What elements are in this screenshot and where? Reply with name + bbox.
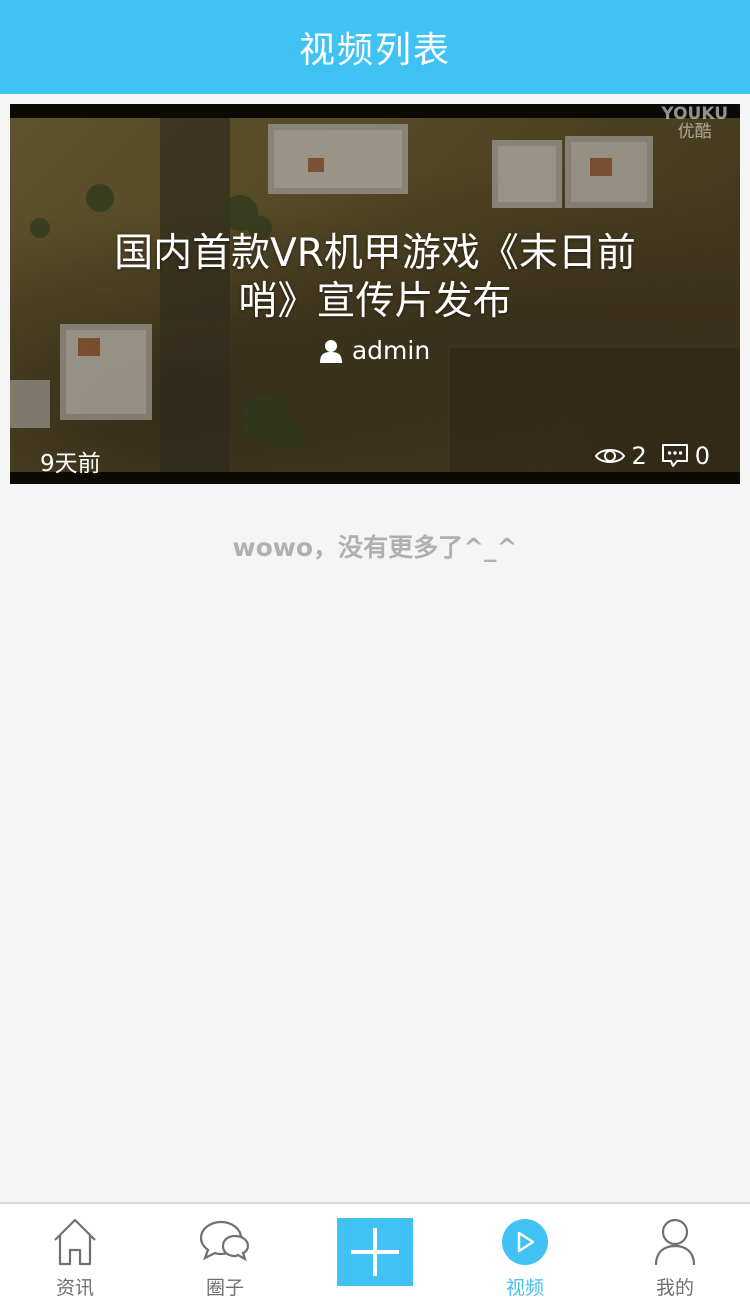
page-title: 视频列表 (298, 30, 451, 71)
home-icon (54, 1218, 96, 1265)
add-button[interactable] (337, 1218, 413, 1286)
video-stats: 2 0 (595, 442, 710, 470)
plus-icon (351, 1228, 399, 1276)
comment-count: 0 (694, 442, 710, 470)
play-icon (502, 1218, 548, 1265)
author-row: admin (10, 336, 740, 365)
tab-mine[interactable]: 我的 (600, 1204, 750, 1300)
tab-label-news: 资讯 (55, 1277, 94, 1299)
tab-news[interactable]: 资讯 (0, 1204, 150, 1300)
video-card[interactable]: YOUKU 优酷 国内首款VR机甲游戏《末日前哨》宣传片发布 admin 9天前… (10, 104, 740, 484)
tab-circle[interactable]: 圈子 (150, 1204, 300, 1300)
tab-label-mine: 我的 (655, 1277, 694, 1299)
tab-label-video: 视频 (505, 1277, 544, 1299)
chat-bubbles-icon (199, 1220, 250, 1261)
view-count: 2 (631, 442, 647, 470)
tab-add[interactable] (300, 1204, 450, 1300)
author-name: admin (351, 336, 431, 365)
video-title[interactable]: 国内首款VR机甲游戏《末日前哨》宣传片发布 (100, 230, 650, 326)
publish-time: 9天前 (40, 451, 101, 477)
app-root: 视频列表 YOUKU 优酷 国内首款VR机甲游戏《末日前哨》宣传片发布 admi… (0, 0, 750, 1300)
navigation-bar: 视频列表 (0, 0, 750, 94)
user-icon (654, 1218, 696, 1265)
user-icon (319, 339, 342, 363)
comment-icon (661, 444, 688, 467)
tab-label-circle: 圈子 (205, 1277, 244, 1299)
no-more-text: wowo，没有更多了^_^ (232, 533, 518, 562)
watermark-chinese: 优酷 (677, 121, 712, 142)
tab-video[interactable]: 视频 (450, 1204, 600, 1300)
tab-bar: 资讯 圈子 视频 我的 (0, 1202, 750, 1300)
youku-watermark: YOUKU 优酷 (661, 105, 728, 142)
eye-icon (595, 449, 626, 463)
